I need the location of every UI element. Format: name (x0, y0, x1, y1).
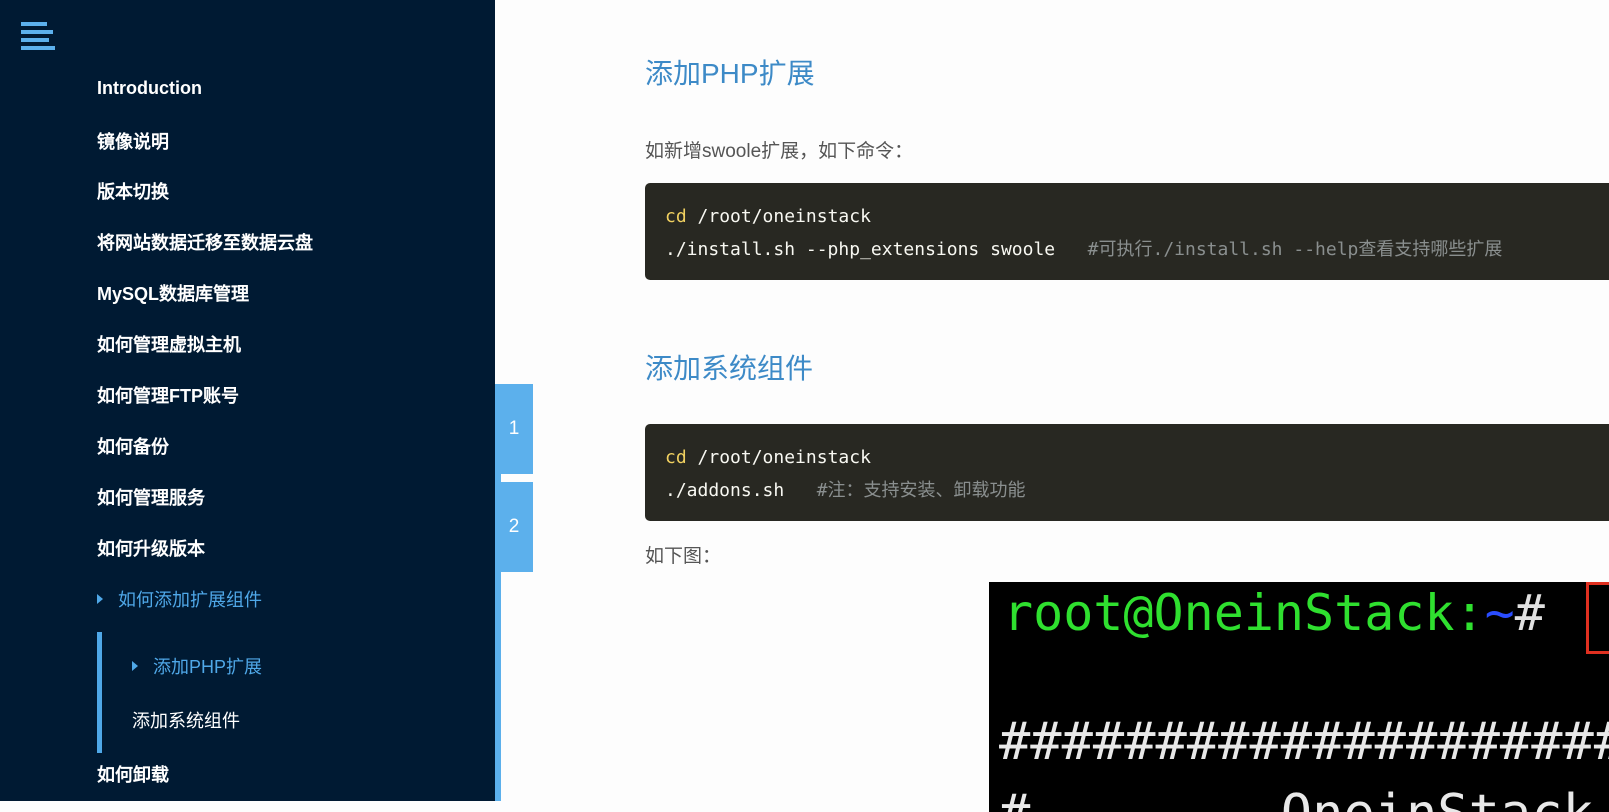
nav-item-image-info[interactable]: 镜像说明 (97, 128, 169, 154)
code-command: ./addons.sh (665, 480, 817, 501)
code-keyword: cd (665, 447, 687, 468)
sub-item-add-system-component[interactable]: 添加系统组件 (132, 707, 240, 733)
terminal-highlight-box (1586, 582, 1609, 654)
sidebar: Introduction 镜像说明 版本切换 将网站数据迁移至数据云盘 MySQ… (0, 0, 495, 801)
code-line: cd /root/oneinstack (665, 206, 871, 227)
terminal-screenshot: root@OneinStack:~# #################### … (989, 582, 1609, 812)
code-comment: #可执行./install.sh --help查看支持哪些扩展 (1087, 239, 1503, 260)
nav-item-backup[interactable]: 如何备份 (97, 433, 169, 459)
nav-item-vhost[interactable]: 如何管理虚拟主机 (97, 331, 241, 357)
code-arg: /root/oneinstack (686, 206, 871, 227)
code-keyword: cd (665, 206, 687, 227)
section-title-php-extension: 添加PHP扩展 (645, 58, 815, 89)
code-command: ./install.sh --php_extensions swoole (665, 239, 1088, 260)
terminal-banner-line: # OneinStack (999, 784, 1594, 812)
section-intro: 如新增swoole扩展，如下命令： (645, 141, 914, 162)
subnav-indicator (97, 632, 102, 753)
code-block-addons: cd /root/oneinstack ./addons.sh #注：支持安装、… (645, 424, 1609, 521)
code-line: cd /root/oneinstack (665, 447, 871, 468)
sub-item-add-php-extension[interactable]: 添加PHP扩展 (153, 653, 262, 679)
terminal-user-host: root@OneinStack: (1003, 584, 1485, 642)
terminal-tilde: ~ (1484, 584, 1515, 642)
nav-item-version-switch[interactable]: 版本切换 (97, 178, 169, 204)
code-arg: /root/oneinstack (686, 447, 871, 468)
page-tab-2[interactable]: 2 (495, 482, 533, 572)
code-comment: #注：支持安装、卸载功能 (816, 480, 1026, 501)
nav-item-upgrade[interactable]: 如何升级版本 (97, 535, 205, 561)
caret-right-icon (97, 594, 103, 604)
terminal-prompt: root@OneinStack:~# (1003, 584, 1545, 642)
terminal-hash: # (1514, 584, 1545, 642)
nav-item-uninstall[interactable]: 如何卸载 (97, 761, 169, 787)
nav-item-ftp[interactable]: 如何管理FTP账号 (97, 382, 239, 408)
nav-item-data-migration[interactable]: 将网站数据迁移至数据云盘 (97, 229, 313, 255)
nav-item-introduction[interactable]: Introduction (97, 78, 202, 99)
code-line: ./addons.sh #注：支持安装、卸载功能 (665, 476, 1026, 502)
figure-caption: 如下图： (645, 546, 722, 567)
page-tab-1[interactable]: 1 (495, 384, 533, 474)
nav-item-mysql[interactable]: MySQL数据库管理 (97, 280, 249, 306)
nav-item-add-extensions[interactable]: 如何添加扩展组件 (118, 586, 262, 612)
terminal-hash-line: #################### (999, 712, 1609, 772)
menu-icon[interactable] (21, 22, 55, 50)
nav-item-services[interactable]: 如何管理服务 (97, 484, 205, 510)
code-line: ./install.sh --php_extensions swoole #可执… (665, 235, 1502, 261)
section-title-system-component: 添加系统组件 (645, 353, 814, 384)
tab-divider (501, 474, 533, 482)
caret-right-icon (132, 661, 138, 671)
code-block-install: cd /root/oneinstack ./install.sh --php_e… (645, 183, 1609, 280)
